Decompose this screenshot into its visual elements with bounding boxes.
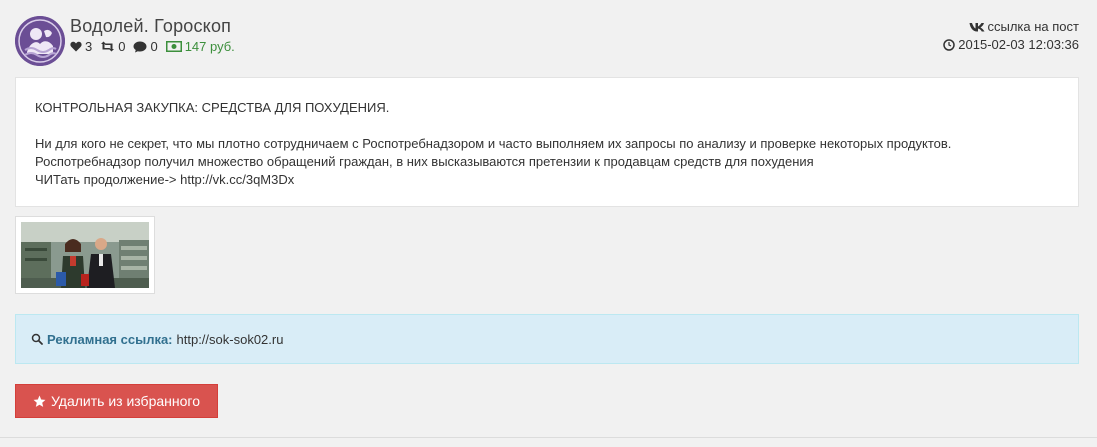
likes-stat[interactable]: 3 xyxy=(70,39,92,54)
author-name[interactable]: Водолей. Гороскоп xyxy=(70,14,239,38)
datetime-value: 2015-02-03 12:03:36 xyxy=(958,37,1079,52)
post-image-thumbnail[interactable] xyxy=(15,216,155,294)
comments-count: 0 xyxy=(150,39,158,54)
remove-from-favorites-button[interactable]: Удалить из избранного xyxy=(15,384,218,418)
post-link[interactable]: ссылка на пост xyxy=(943,18,1079,36)
price-stat: 147 руб. xyxy=(165,39,235,54)
post-text-line: Ни для кого не секрет, что мы плотно сот… xyxy=(35,136,952,151)
author-block: Водолей. Гороскоп 3 0 0 147 руб. xyxy=(70,14,239,54)
post-text-line: Роспотребнадзор получил множество обраще… xyxy=(35,154,814,169)
post-header: Водолей. Гороскоп 3 0 0 147 руб. ссылка … xyxy=(15,14,1079,70)
ad-url[interactable]: http://sok-sok02.ru xyxy=(177,332,284,347)
likes-count: 3 xyxy=(85,39,93,54)
avatar-image xyxy=(15,16,65,66)
post-meta: ссылка на пост 2015-02-03 12:03:36 xyxy=(943,18,1079,54)
post-read-more: ЧИТать продолжение-> http://vk.cc/3qM3Dx xyxy=(35,172,295,187)
retweet-icon xyxy=(101,41,115,52)
clock-icon xyxy=(943,39,956,51)
reposts-count: 0 xyxy=(118,39,126,54)
bottom-divider xyxy=(0,437,1097,438)
reposts-stat[interactable]: 0 xyxy=(100,39,125,54)
post-photo xyxy=(21,222,149,288)
post-stats: 3 0 0 147 руб. xyxy=(70,39,239,54)
star-icon xyxy=(33,395,46,407)
post-title: КОНТРОЛЬНАЯ ЗАКУПКА: СРЕДСТВА ДЛЯ ПОХУДЕ… xyxy=(35,100,390,115)
ad-link-box: Рекламная ссылка: http://sok-sok02.ru xyxy=(15,314,1079,364)
heart-icon xyxy=(70,41,82,52)
vk-icon xyxy=(969,23,984,32)
ad-label: Рекламная ссылка: xyxy=(47,331,173,347)
comment-icon xyxy=(133,41,147,52)
remove-button-label: Удалить из избранного xyxy=(51,393,200,409)
comments-stat[interactable]: 0 xyxy=(133,39,158,54)
post-content: КОНТРОЛЬНАЯ ЗАКУПКА: СРЕДСТВА ДЛЯ ПОХУДЕ… xyxy=(15,77,1079,207)
money-icon xyxy=(165,41,182,52)
price-value: 147 руб. xyxy=(184,39,235,54)
author-avatar[interactable] xyxy=(15,16,65,66)
search-icon xyxy=(31,333,43,345)
post-link-label[interactable]: ссылка на пост xyxy=(988,18,1080,36)
post-card: Водолей. Гороскоп 3 0 0 147 руб. ссылка … xyxy=(0,0,1097,447)
post-datetime: 2015-02-03 12:03:36 xyxy=(943,36,1079,54)
